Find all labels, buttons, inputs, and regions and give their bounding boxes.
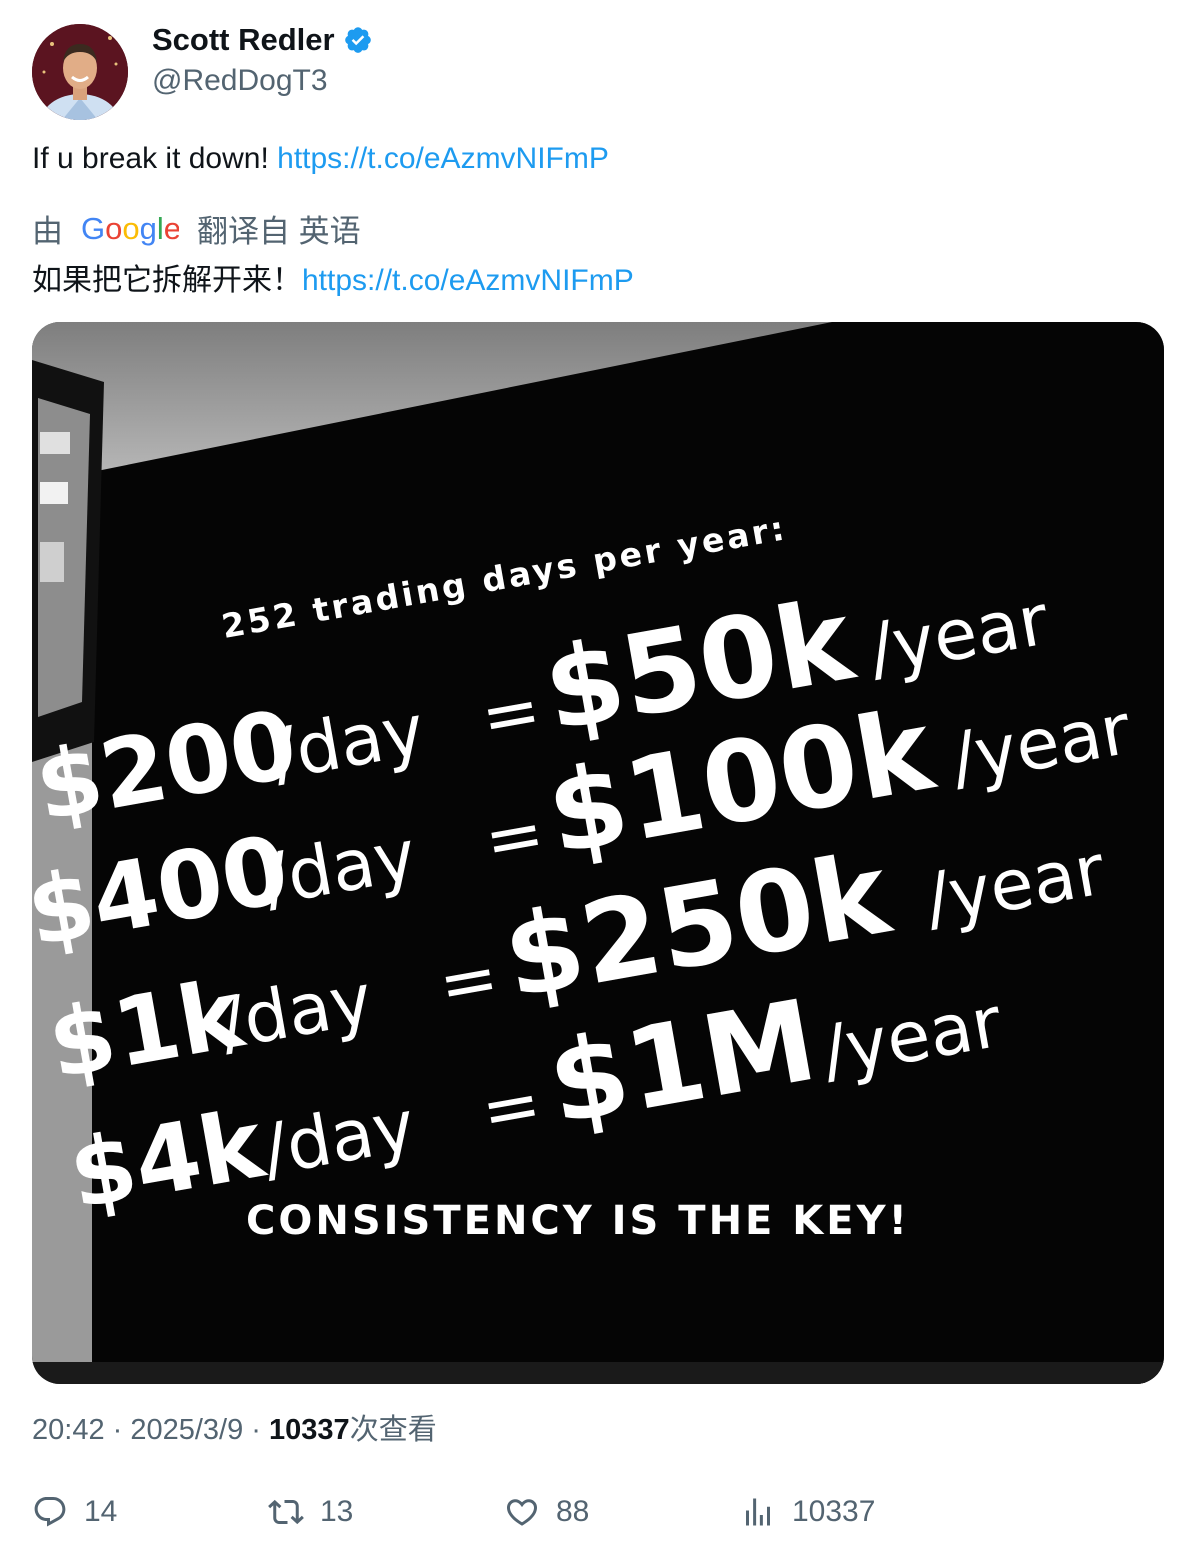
analytics-icon: [746, 1498, 770, 1526]
author-name-row[interactable]: Scott Redler: [152, 22, 373, 58]
reply-count: 14: [84, 1495, 118, 1528]
avatar[interactable]: [32, 24, 128, 120]
heart-icon: [506, 1499, 538, 1526]
tweet-link[interactable]: https://t.co/eAzmvNIFmP: [277, 142, 609, 175]
like-count: 88: [556, 1495, 590, 1528]
avatar-image: [32, 24, 128, 120]
monitor-shape: [32, 360, 104, 762]
action-bar: 14 13 88 10337: [32, 1494, 1164, 1534]
translation-suffix: 翻译自 英语: [197, 214, 361, 249]
author-handle[interactable]: @RedDogT3: [152, 64, 328, 98]
reply-button[interactable]: 14: [32, 1494, 117, 1530]
tweet-time[interactable]: 20:42: [32, 1414, 105, 1446]
views-button[interactable]: 10337: [740, 1494, 875, 1530]
tweet-meta: 20:42 · 2025/3/9 · 10337次查看: [32, 1406, 437, 1448]
tweet-image-content: 252 trading days per year: $200 /day = $…: [32, 322, 1164, 1384]
reply-icon: [34, 1497, 66, 1527]
view-count: 10337: [269, 1414, 350, 1446]
views-count: 10337: [792, 1495, 876, 1528]
author-name[interactable]: Scott Redler: [152, 22, 335, 58]
translation-attribution: 由 Google 翻译自 英语: [32, 206, 361, 251]
retweet-count: 13: [320, 1495, 354, 1528]
verified-badge-icon[interactable]: [343, 25, 373, 55]
tweet-date[interactable]: 2025/3/9: [130, 1414, 243, 1446]
retweet-button[interactable]: 13: [268, 1494, 353, 1530]
meta-separator: ·: [104, 1414, 131, 1446]
tweet-image[interactable]: 252 trading days per year: $200 /day = $…: [32, 322, 1164, 1384]
translated-body: 如果把它拆解开来！: [32, 264, 302, 297]
translated-link[interactable]: https://t.co/eAzmvNIFmP: [302, 264, 634, 297]
translation-prefix: 由: [32, 214, 63, 249]
tweet-body: If u break it down!: [32, 142, 278, 175]
google-logo-icon[interactable]: Google: [81, 212, 179, 246]
like-button[interactable]: 88: [504, 1494, 589, 1530]
tweet-text: If u break it down! https://t.co/eAzmvNI…: [32, 142, 609, 176]
view-count-label: 次查看: [349, 1414, 437, 1446]
translated-text: 如果把它拆解开来！https://t.co/eAzmvNIFmP: [32, 255, 634, 299]
meta-separator: ·: [243, 1414, 270, 1446]
poster-footer: CONSISTENCY IS THE KEY!: [246, 1198, 910, 1244]
retweet-icon: [268, 1499, 304, 1525]
svg-text:Google: Google: [81, 212, 179, 246]
